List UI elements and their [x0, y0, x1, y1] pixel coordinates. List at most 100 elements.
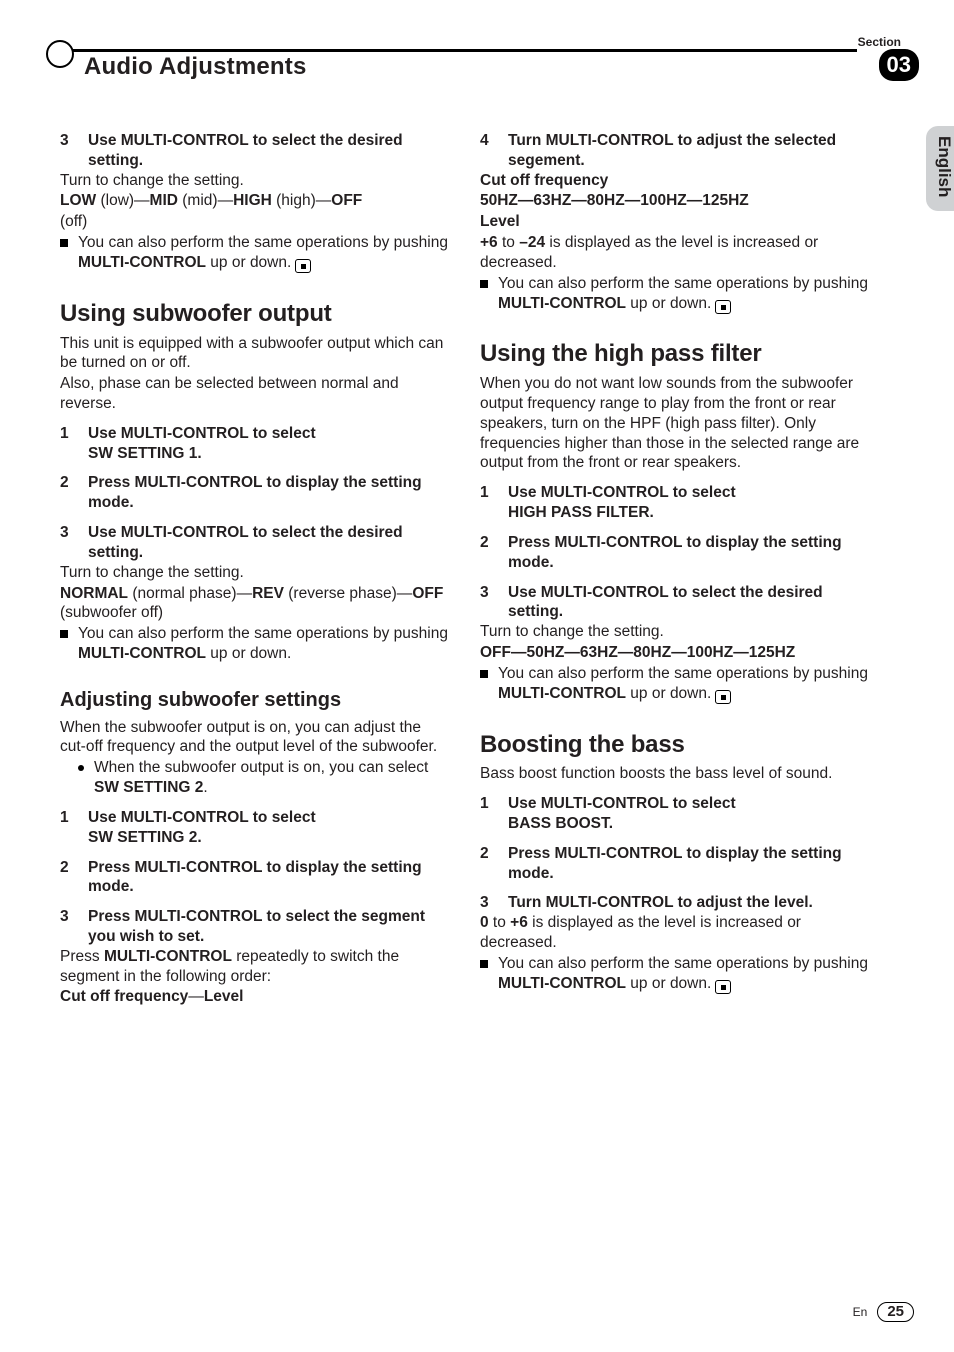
- sw-turn: Turn to change the setting.: [60, 563, 450, 583]
- lvl-to: to: [498, 234, 520, 251]
- opt-sep: —: [188, 988, 204, 1005]
- note-b: up or down.: [206, 254, 291, 271]
- opt-off-paren: (off): [60, 212, 450, 232]
- end-section-icon: [715, 690, 731, 704]
- step-text: Press MULTI-CONTROL to select the seg­me…: [88, 907, 450, 947]
- opt-normal: NORMAL: [60, 585, 128, 602]
- step-number: 2: [480, 844, 494, 884]
- lvl-rest: is displayed as the level is increased o…: [480, 914, 801, 951]
- opt-mid: MID: [150, 192, 178, 209]
- step-text: Use MULTI-CONTROL to select HIGH PASS FI…: [508, 483, 870, 523]
- step-text-a: Use MULTI-CONTROL to select: [508, 484, 736, 501]
- square-bullet-icon: [60, 630, 68, 638]
- content-columns: 3 Use MULTI-CONTROL to select the de­sir…: [60, 131, 919, 1008]
- options-line: LOW (low)—MID (mid)—HIGH (high)—OFF: [60, 191, 450, 211]
- square-bullet-icon: [480, 670, 488, 678]
- sw-step2: 2 Press MULTI-CONTROL to display the set…: [60, 473, 450, 513]
- step-text: Turn MULTI-CONTROL to adjust the level.: [508, 893, 870, 913]
- note: You can also perform the same operations…: [480, 274, 870, 314]
- bb-step3: 3 Turn MULTI-CONTROL to adjust the level…: [480, 893, 870, 913]
- h1-bass: Boosting the bass: [480, 730, 870, 761]
- step-number: 1: [480, 794, 494, 834]
- step-3-top: 3 Use MULTI-CONTROL to select the de­sir…: [60, 131, 450, 171]
- lvl-b: –24: [519, 234, 545, 251]
- h1-hpf: Using the high pass filter: [480, 339, 870, 370]
- sw-intro2: Also, phase can be selected between norm…: [60, 374, 450, 414]
- lvl-b: +6: [510, 914, 528, 931]
- h2-adjusting: Adjusting subwoofer settings: [60, 688, 450, 714]
- note: You can also perform the same operations…: [480, 664, 870, 704]
- step-number: 1: [60, 808, 74, 848]
- section-title: Audio Adjustments: [80, 53, 315, 81]
- step-text: Use MULTI-CONTROL to select SW SETTING 2…: [88, 808, 450, 848]
- footer-page-number: 25: [877, 1302, 914, 1322]
- bb-step1: 1 Use MULTI-CONTROL to select BASS BOOST…: [480, 794, 870, 834]
- lvl-label: Level: [480, 212, 870, 232]
- adj-step2: 2 Press MULTI-CONTROL to display the set…: [60, 858, 450, 898]
- opt-high: HIGH: [233, 192, 272, 209]
- step-text-a: Use MULTI-CONTROL to select: [88, 809, 316, 826]
- hpf-opts: OFF—50HZ—63HZ—80HZ—100HZ—125HZ: [480, 643, 870, 663]
- bb-lvl-line: 0 to +6 is displayed as the level is inc…: [480, 913, 870, 953]
- column-left: 3 Use MULTI-CONTROL to select the de­sir…: [60, 131, 450, 1008]
- bullet-c: .: [203, 779, 207, 796]
- bb-intro: Bass boost function boosts the bass leve…: [480, 764, 870, 784]
- step-text: Press MULTI-CONTROL to display the setti…: [508, 844, 870, 884]
- note: You can also perform the same operations…: [480, 954, 870, 994]
- adj-l1a: Press: [60, 948, 104, 965]
- note-ctrl: MULTI-CONTROL: [78, 645, 206, 662]
- note-a: You can also perform the same operations…: [78, 234, 448, 251]
- step-number: 1: [480, 483, 494, 523]
- step-number: 3: [60, 907, 74, 947]
- step-text-b: SW SETTING 1.: [88, 445, 202, 462]
- hpf-intro: When you do not want low sounds from the…: [480, 374, 870, 473]
- adj-step3: 3 Press MULTI-CONTROL to select the seg­…: [60, 907, 450, 947]
- note-ctrl: MULTI-CONTROL: [498, 295, 626, 312]
- note-ctrl: MULTI-CONTROL: [498, 685, 626, 702]
- c2-step4: 4 Turn MULTI-CONTROL to adjust the se­le…: [480, 131, 870, 171]
- step-text-b: SW SETTING 2.: [88, 829, 202, 846]
- header-rule: [60, 49, 857, 52]
- hpf-step1: 1 Use MULTI-CONTROL to select HIGH PASS …: [480, 483, 870, 523]
- step-number: 2: [60, 473, 74, 513]
- step-number: 1: [60, 424, 74, 464]
- bullet-a: When the subwoofer output is on, you can…: [94, 759, 428, 776]
- bullet-text: When the subwoofer output is on, you can…: [94, 758, 450, 798]
- note-text: You can also perform the same operations…: [78, 233, 450, 273]
- bullet-row: When the subwoofer output is on, you can…: [78, 758, 450, 798]
- note-ctrl: MULTI-CONTROL: [78, 254, 206, 271]
- note-a: You can also perform the same operations…: [498, 665, 868, 682]
- note-text: You can also perform the same operations…: [498, 664, 870, 704]
- opt-low: LOW: [60, 192, 96, 209]
- square-bullet-icon: [480, 280, 488, 288]
- bb-step2: 2 Press MULTI-CONTROL to display the set…: [480, 844, 870, 884]
- step-number: 2: [480, 533, 494, 573]
- sw-opts: NORMAL (normal phase)—REV (reverse phase…: [60, 584, 450, 624]
- opt-off: OFF: [412, 585, 443, 602]
- adj-line: Press MULTI-CONTROL repeatedly to switch…: [60, 947, 450, 987]
- section-number-badge: 03: [879, 49, 919, 81]
- footer-lang: En: [853, 1305, 868, 1319]
- opt-rev: REV: [252, 585, 284, 602]
- cof-opts: 50HZ—63HZ—80HZ—100HZ—125HZ: [480, 191, 870, 211]
- opt-cof: Cut off frequency: [60, 988, 188, 1005]
- opt-off: OFF: [331, 192, 362, 209]
- column-right: 4 Turn MULTI-CONTROL to adjust the se­le…: [480, 131, 870, 1008]
- turn-line: Turn to change the setting.: [60, 171, 450, 191]
- step-text: Use MULTI-CONTROL to select BASS BOOST.: [508, 794, 870, 834]
- note-b: up or down.: [626, 295, 711, 312]
- step-text: Press MULTI-CONTROL to display the setti…: [88, 473, 450, 513]
- step-text-b: BASS BOOST.: [508, 815, 613, 832]
- lvl-line: +6 to –24 is displayed as the level is i…: [480, 233, 870, 273]
- page-header: Section 03 Audio Adjustments: [60, 35, 919, 89]
- opt-mid-paren: (mid)—: [178, 192, 233, 209]
- opt-low-paren: (low)—: [96, 192, 149, 209]
- adj-l1b: MULTI-CONTROL: [104, 948, 232, 965]
- note-b: up or down.: [626, 975, 711, 992]
- step-number: 2: [60, 858, 74, 898]
- note-a: You can also perform the same operations…: [498, 275, 868, 292]
- step-text: Use MULTI-CONTROL to select the de­sired…: [88, 523, 450, 563]
- lvl-a: +6: [480, 234, 498, 251]
- step-text-a: Use MULTI-CONTROL to select: [88, 425, 316, 442]
- lvl-to: to: [489, 914, 511, 931]
